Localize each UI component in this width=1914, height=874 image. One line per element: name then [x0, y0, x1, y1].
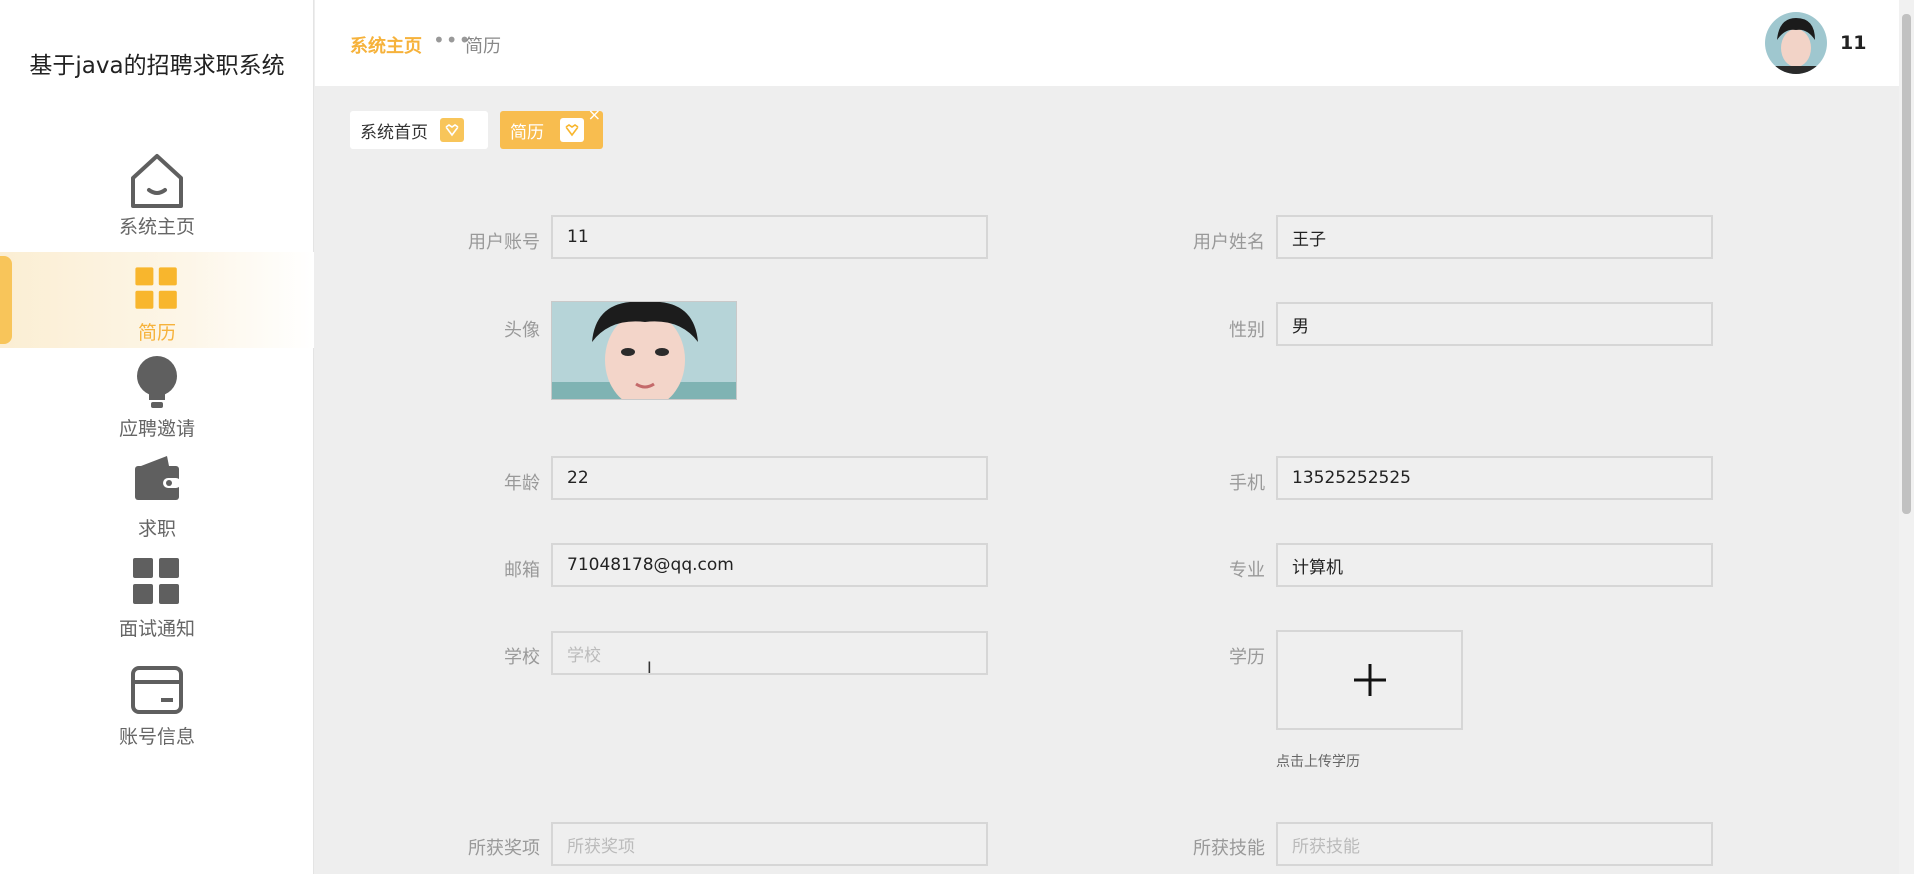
- awards-field[interactable]: 所获奖项: [551, 822, 988, 866]
- breadcrumb-current: 简历: [465, 36, 501, 57]
- upload-hint: 点击上传学历: [1276, 754, 1360, 770]
- awards-label: 所获奖项: [468, 838, 540, 859]
- skills-label: 所获技能: [1193, 838, 1265, 859]
- scrollbar-thumb[interactable]: [1902, 14, 1911, 514]
- username[interactable]: 11: [1840, 32, 1866, 54]
- lightbulb-icon: [137, 356, 177, 408]
- sidebar-item-label: 面试通知: [118, 618, 195, 640]
- avatar-label: 头像: [504, 320, 540, 341]
- gender-field[interactable]: 男: [1276, 302, 1713, 346]
- app-title: 基于java的招聘求职系统: [29, 53, 285, 79]
- sidebar-item-interviews[interactable]: 面试通知: [0, 552, 314, 648]
- sidebar-item-label: 应聘邀请: [118, 418, 195, 440]
- sidebar-item-jobs[interactable]: 求职: [0, 452, 314, 548]
- tab-label: 简历: [510, 122, 544, 143]
- gender-label: 性别: [1229, 320, 1265, 341]
- grid-icon: [133, 558, 179, 604]
- school-field[interactable]: 学校: [551, 631, 988, 675]
- phone-label: 手机: [1229, 473, 1265, 494]
- heart-icon: [440, 118, 464, 142]
- email-label: 邮箱: [504, 560, 540, 581]
- sidebar-item-label: 简历: [137, 322, 176, 344]
- sidebar-item-invitations[interactable]: 应聘邀请: [0, 352, 314, 448]
- top-header: 系统主页 ••• 简历 11: [315, 0, 1899, 86]
- card-icon: [131, 666, 183, 714]
- avatar[interactable]: [1765, 12, 1827, 74]
- account-field[interactable]: 11: [551, 215, 988, 259]
- school-label: 学校: [504, 647, 540, 668]
- education-label: 学历: [1229, 647, 1265, 668]
- major-field[interactable]: 计算机: [1276, 543, 1713, 587]
- account-label: 用户账号: [468, 232, 540, 253]
- sidebar-item-home[interactable]: 系统主页: [0, 150, 314, 246]
- tab-resume[interactable]: 简历 ×: [500, 105, 603, 149]
- active-indicator: [0, 256, 12, 344]
- close-icon[interactable]: ×: [588, 105, 601, 124]
- tab-home[interactable]: 系统首页: [350, 111, 488, 149]
- text-cursor-icon: I: [647, 658, 652, 677]
- sidebar-item-label: 账号信息: [118, 726, 195, 748]
- home-icon: [131, 154, 183, 208]
- scrollbar[interactable]: [1899, 0, 1914, 874]
- major-label: 专业: [1229, 560, 1265, 581]
- sidebar: 基于java的招聘求职系统 系统主页 简历 应聘邀请 求职 面试通知 账号信息: [0, 0, 314, 874]
- sidebar-item-resume[interactable]: 简历: [0, 252, 314, 348]
- wallet-icon: [135, 456, 181, 500]
- plus-icon: [1353, 664, 1386, 696]
- name-field[interactable]: 王子: [1276, 215, 1713, 259]
- sidebar-item-label: 求职: [137, 518, 176, 540]
- age-label: 年龄: [504, 473, 540, 494]
- avatar-photo[interactable]: [551, 301, 737, 400]
- name-label: 用户姓名: [1193, 232, 1265, 253]
- sidebar-item-account[interactable]: 账号信息: [0, 660, 314, 756]
- tab-label: 系统首页: [360, 122, 428, 143]
- phone-field[interactable]: 13525252525: [1276, 456, 1713, 500]
- grid-icon: [135, 267, 177, 309]
- sidebar-item-label: 系统主页: [118, 216, 195, 238]
- age-field[interactable]: 22: [551, 456, 988, 500]
- skills-field[interactable]: 所获技能: [1276, 822, 1713, 866]
- email-field[interactable]: 71048178@qq.com: [551, 543, 988, 587]
- heart-icon: [560, 118, 584, 142]
- breadcrumb-home[interactable]: 系统主页: [350, 32, 422, 58]
- education-upload-button[interactable]: [1276, 630, 1463, 730]
